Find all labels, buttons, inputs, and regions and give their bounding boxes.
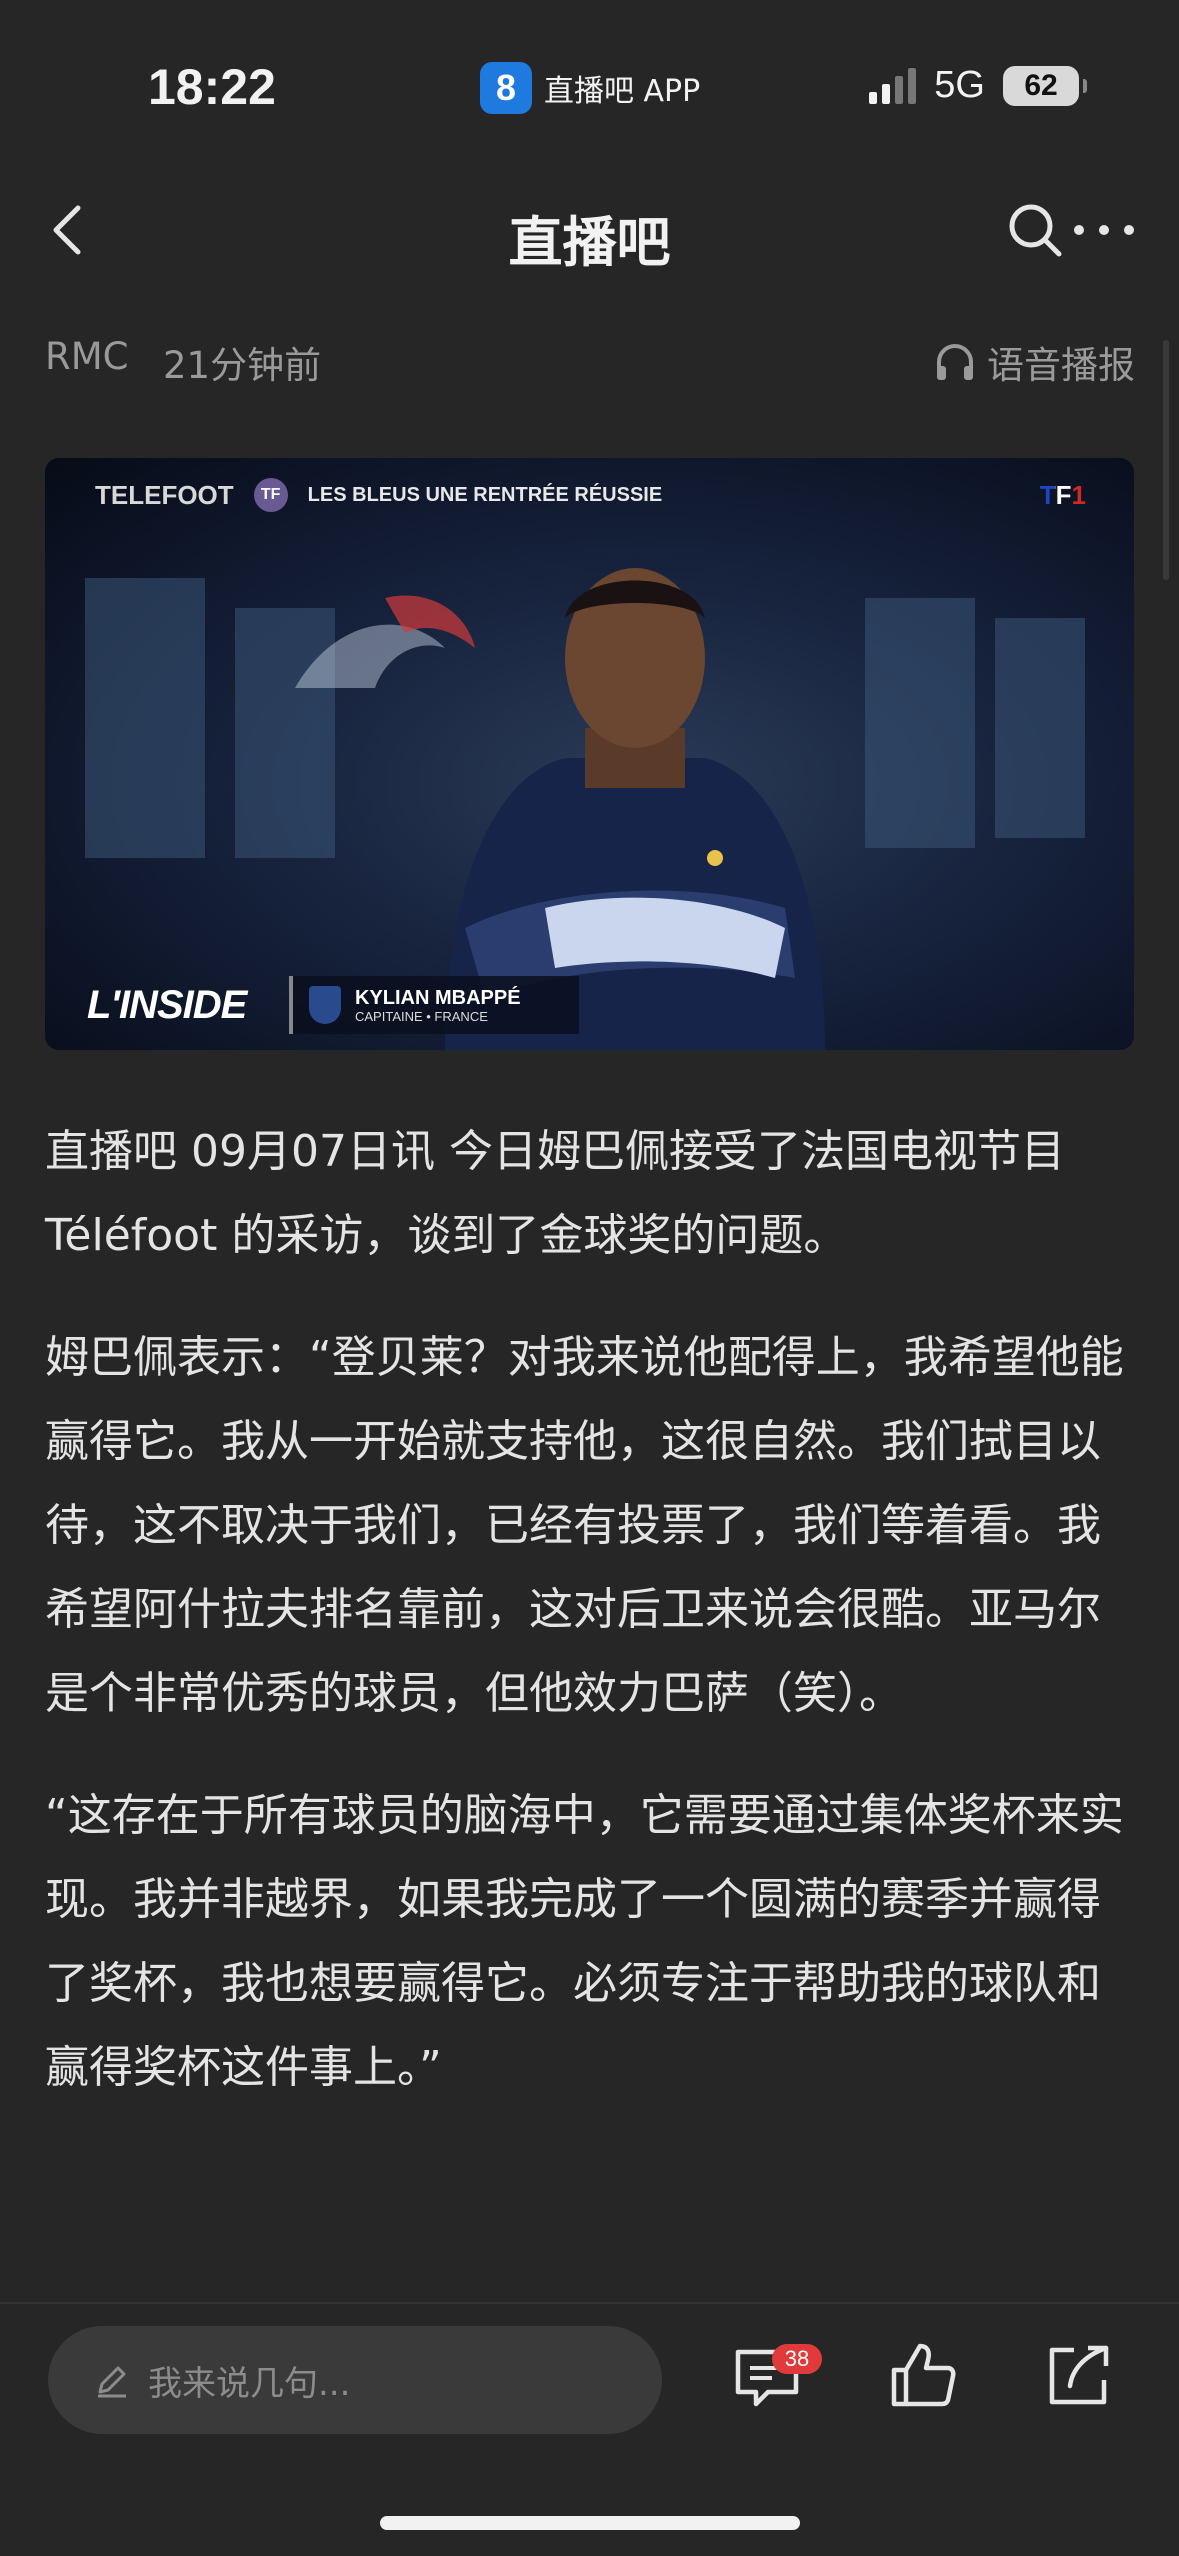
caption-name: KYLIAN MBAPPÉ	[355, 986, 521, 1009]
hero-brand: TELEFOOT	[95, 479, 234, 510]
headphones-icon	[937, 344, 973, 380]
comment-placeholder: 我来说几句...	[148, 2363, 351, 2404]
article-time: 21分钟前	[163, 344, 322, 387]
thumbs-up-icon[interactable]	[888, 2340, 958, 2410]
france-crest-icon	[309, 986, 341, 1024]
article-meta: RMC 21分钟前 语音播报	[45, 335, 1135, 387]
battery-icon: 62	[1003, 65, 1087, 106]
hero-bg-panel	[865, 598, 975, 848]
channel-logo: TF1	[1039, 480, 1086, 510]
audio-broadcast-label: 语音播报	[987, 344, 1135, 387]
lower-third-caption: KYLIAN MBAPPÉ CAPITAINE • FRANCE	[289, 976, 579, 1034]
article-source: RMC	[45, 335, 129, 378]
nav-bar: 直播吧	[0, 170, 1179, 290]
audio-broadcast-button[interactable]: 语音播报	[933, 335, 1135, 389]
status-app-name: 直播吧 APP	[544, 74, 701, 109]
status-time: 18:22	[148, 59, 276, 115]
caption-role: CAPITAINE • FRANCE	[355, 1008, 488, 1024]
article-body: 直播吧 09月07日讯 今日姆巴佩接受了法国电视节目 Téléfoot 的采访，…	[45, 1110, 1135, 2148]
hero-header: TELEFOOT TF LES BLEUS UNE RENTRÉE RÉUSSI…	[95, 478, 662, 512]
player-figure	[445, 568, 825, 1050]
comment-count-badge: 38	[772, 2344, 822, 2374]
home-indicator[interactable]	[380, 2516, 800, 2530]
pencil-icon	[98, 2366, 126, 2398]
status-bar: 18:22 8 直播吧 APP 5G 62	[0, 0, 1179, 150]
scrollbar[interactable]	[1163, 340, 1169, 580]
signal-icon	[869, 67, 917, 104]
network-type: 5G	[934, 64, 985, 106]
status-right: 5G 62	[869, 64, 1087, 107]
search-icon[interactable]	[1003, 198, 1067, 262]
hero-bg-panel	[85, 578, 205, 858]
article-paragraph: 直播吧 09月07日讯 今日姆巴佩接受了法国电视节目 Téléfoot 的采访，…	[45, 1126, 1065, 1261]
hero-headline: LES BLEUS UNE RENTRÉE RÉUSSIE	[307, 483, 663, 506]
more-dots-icon[interactable]	[1069, 198, 1139, 262]
hero-bg-panel	[995, 618, 1085, 838]
comment-input[interactable]: 我来说几句...	[48, 2326, 662, 2434]
app-logo-icon: 8	[480, 62, 532, 114]
article-paragraph: 姆巴佩表示：“登贝莱？对我来说他配得上，我希望他能赢得它。我从一开始就支持他，这…	[45, 1332, 1124, 1719]
share-icon[interactable]	[1044, 2340, 1114, 2410]
hero-badge: TF	[253, 478, 288, 512]
article-paragraph: “这存在于所有球员的脑海中，它需要通过集体奖杯来实现。我并非越界，如果我完成了一…	[45, 1790, 1124, 2093]
status-app-indicator[interactable]: 8 直播吧 APP	[480, 62, 700, 114]
article-hero-image[interactable]: TELEFOOT TF LES BLEUS UNE RENTRÉE RÉUSSI…	[45, 458, 1134, 1050]
segment-logo: L'INSIDE	[87, 983, 247, 1027]
